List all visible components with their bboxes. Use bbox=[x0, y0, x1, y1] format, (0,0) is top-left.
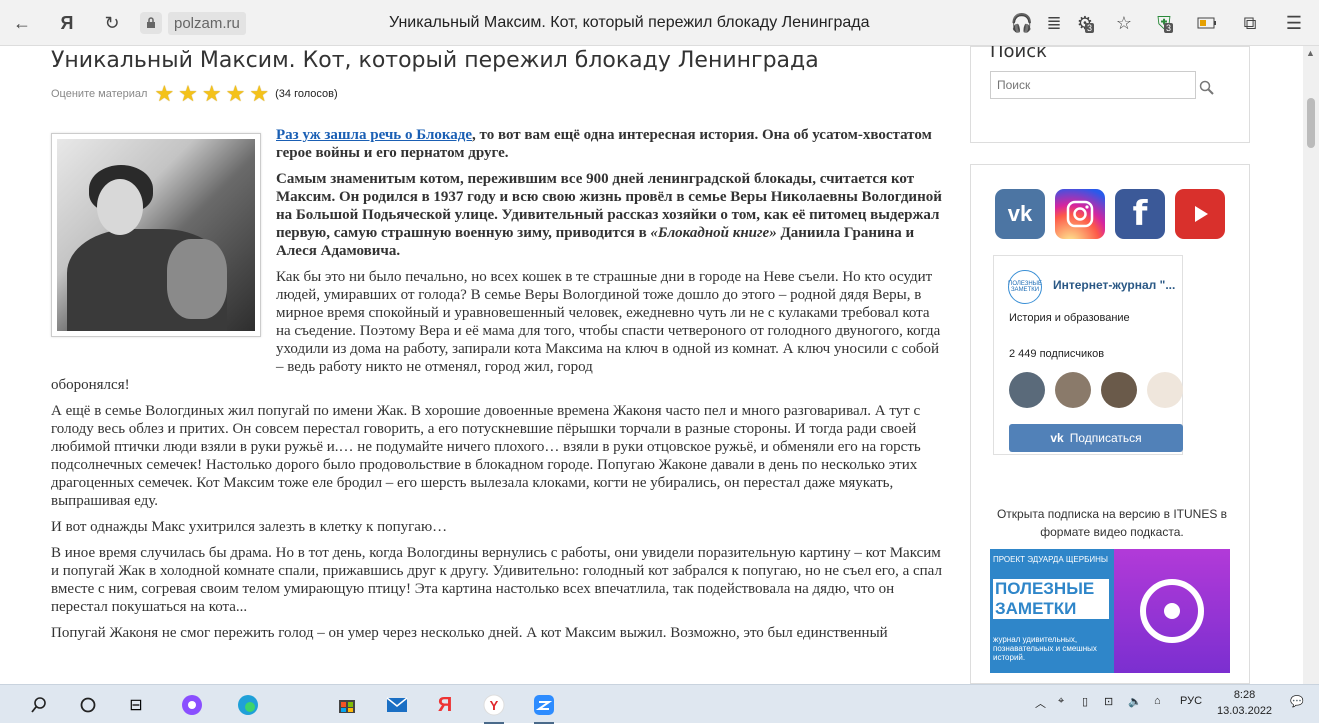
star-icon[interactable]: ★ bbox=[202, 83, 222, 105]
intro-paragraph: Раз уж зашла речь о Блокаде, то вот вам … bbox=[276, 127, 932, 161]
avatar[interactable] bbox=[1101, 372, 1137, 408]
address-bar[interactable]: polzam.ru bbox=[140, 11, 246, 35]
battery-icon[interactable]: ▯ bbox=[1082, 695, 1088, 708]
instagram-icon[interactable] bbox=[1055, 189, 1105, 239]
store-icon[interactable] bbox=[333, 691, 361, 719]
search-title: Поиск bbox=[990, 46, 1048, 62]
volume-icon[interactable]: 🔈 bbox=[1128, 695, 1142, 708]
collections-icon[interactable]: ⧉ bbox=[1238, 11, 1262, 35]
back-arrow-icon[interactable]: ← bbox=[10, 11, 34, 35]
mail-icon[interactable] bbox=[383, 691, 411, 719]
reload-icon[interactable]: ↻ bbox=[100, 11, 124, 35]
social-widget: vk f ПОЛЕЗНЫЕ ЗАМЕТКИ Интернет-журнал ".… bbox=[970, 164, 1250, 684]
search-icon[interactable] bbox=[25, 691, 53, 719]
star-icon[interactable]: ★ bbox=[249, 83, 269, 105]
domain-label[interactable]: polzam.ru bbox=[168, 11, 246, 35]
menu-icon[interactable]: ☰ bbox=[1282, 11, 1306, 35]
social-links: vk f bbox=[995, 189, 1225, 239]
cortana-icon[interactable] bbox=[74, 691, 102, 719]
vk-group-widget: ПОЛЕЗНЫЕ ЗАМЕТКИ Интернет-журнал "... Ис… bbox=[993, 255, 1183, 455]
star-icon[interactable]: ★ bbox=[178, 83, 198, 105]
yandex-icon[interactable]: Я bbox=[431, 691, 459, 719]
zoom-icon[interactable] bbox=[530, 691, 558, 724]
scroll-up-icon[interactable]: ▲ bbox=[1306, 48, 1315, 58]
battery-icon[interactable] bbox=[1195, 11, 1219, 35]
vk-icon[interactable]: vk bbox=[995, 189, 1045, 239]
podcast-banner[interactable]: ПРОЕКТ ЭДУАРДА ЩЕРБИНЫ ПОЛЕЗНЫЕ ЗАМЕТКИ … bbox=[990, 549, 1230, 673]
reader-icon[interactable]: ≣ bbox=[1042, 11, 1066, 35]
language-indicator[interactable]: РУС bbox=[1180, 695, 1202, 707]
votes-count: (34 голосов) bbox=[275, 88, 338, 100]
scroll-thumb[interactable] bbox=[1307, 98, 1315, 148]
podcast-icon bbox=[1114, 549, 1230, 673]
paragraph: Попугай Жаконя не смог пережить голод – … bbox=[51, 625, 888, 641]
headphones-icon[interactable]: 🎧 bbox=[1010, 11, 1034, 35]
notifications-icon[interactable]: 💬 bbox=[1290, 695, 1304, 708]
svg-text:Y: Y bbox=[490, 698, 499, 713]
extension-icon[interactable]: ⚙3 bbox=[1073, 11, 1097, 35]
rate-label: Оцените материал bbox=[51, 88, 148, 100]
sidebar: Поиск vk f ПОЛЕЗНЫЕ ЗАМЕТКИ Интернет-жур… bbox=[970, 46, 1250, 684]
subscribers-count: 2 449 подписчиков bbox=[1009, 348, 1105, 360]
blockade-link[interactable]: Раз уж зашла речь о Блокаде bbox=[276, 127, 472, 143]
group-name[interactable]: Интернет-журнал "... bbox=[1053, 278, 1175, 292]
avatar[interactable] bbox=[1147, 372, 1183, 408]
vk-icon: vk bbox=[1050, 431, 1064, 445]
page-content: Уникальный Максим. Кот, который пережил … bbox=[0, 46, 1303, 684]
subscribe-button[interactable]: vk Подписаться bbox=[1009, 424, 1183, 452]
avatar[interactable] bbox=[1009, 372, 1045, 408]
rating-stars[interactable]: ★ ★ ★ ★ ★ bbox=[154, 83, 269, 105]
youtube-icon[interactable] bbox=[1175, 189, 1225, 239]
badge-count: 3 bbox=[1164, 23, 1174, 33]
group-avatar[interactable]: ПОЛЕЗНЫЕ ЗАМЕТКИ bbox=[1008, 270, 1042, 304]
shield-icon[interactable]: ⛨3 bbox=[1152, 11, 1176, 35]
paragraph-end: оборонялся! bbox=[51, 377, 130, 393]
star-icon[interactable]: ★ bbox=[154, 83, 174, 105]
alice-icon[interactable] bbox=[178, 691, 206, 719]
tray-chevron-icon[interactable]: ︿ bbox=[1035, 695, 1046, 711]
network-icon[interactable]: ⊡ bbox=[1104, 695, 1113, 708]
article-title: Уникальный Максим. Кот, который пережил … bbox=[51, 48, 819, 73]
yandex-logo-icon[interactable]: Я bbox=[55, 11, 79, 35]
search-input[interactable] bbox=[990, 71, 1196, 99]
search-icon[interactable] bbox=[1199, 80, 1215, 96]
task-view-icon[interactable]: ⊟ bbox=[122, 691, 150, 719]
bookmark-icon[interactable]: ☆ bbox=[1112, 11, 1136, 35]
badge-count: 3 bbox=[1085, 23, 1095, 33]
browser-toolbar: ← Я ↻ polzam.ru Уникальный Максим. Кот, … bbox=[0, 0, 1319, 46]
facebook-icon[interactable]: f bbox=[1115, 189, 1165, 239]
edge-icon[interactable] bbox=[234, 691, 262, 719]
paragraph: Как бы это ни было печально, но всех кош… bbox=[276, 269, 941, 375]
tab-title: Уникальный Максим. Кот, который пережил … bbox=[389, 14, 870, 31]
taskbar: ⊟ Я Y ︿ ⌖ ▯ ⊡ 🔈 ⌂ РУС 8:28 13.03.2022 💬 bbox=[0, 684, 1319, 724]
scrollbar[interactable]: ▲ bbox=[1303, 46, 1319, 684]
group-category: История и образование bbox=[1009, 312, 1130, 324]
clock[interactable]: 8:28 13.03.2022 bbox=[1217, 687, 1272, 719]
itunes-text: Открыта подписка на версию в ITUNES в фо… bbox=[996, 507, 1228, 539]
lead-paragraph: Самым знаменитым котом, пережившим все 9… bbox=[276, 171, 942, 259]
lock-icon[interactable] bbox=[140, 12, 162, 34]
yandex-browser-icon[interactable]: Y bbox=[480, 691, 508, 724]
meet-icon[interactable]: ⌖ bbox=[1058, 695, 1064, 708]
avatar[interactable] bbox=[1055, 372, 1091, 408]
star-icon[interactable]: ★ bbox=[226, 83, 246, 105]
paragraph: А ещё в семье Вологдиных жил попугай по … bbox=[51, 403, 921, 509]
rating-bar: Оцените материал ★ ★ ★ ★ ★ (34 голосов) bbox=[51, 83, 338, 105]
subscriber-avatars bbox=[1009, 372, 1183, 408]
article-body: Раз уж зашла речь о Блокаде, то вот вам … bbox=[51, 126, 943, 650]
paragraph: И вот однажды Макс ухитрился залезть в к… bbox=[51, 519, 448, 535]
paragraph: В иное время случилась бы драма. Но в то… bbox=[51, 545, 942, 615]
network-status-icon[interactable]: ⌂ bbox=[1154, 695, 1161, 707]
search-widget: Поиск bbox=[970, 46, 1250, 143]
